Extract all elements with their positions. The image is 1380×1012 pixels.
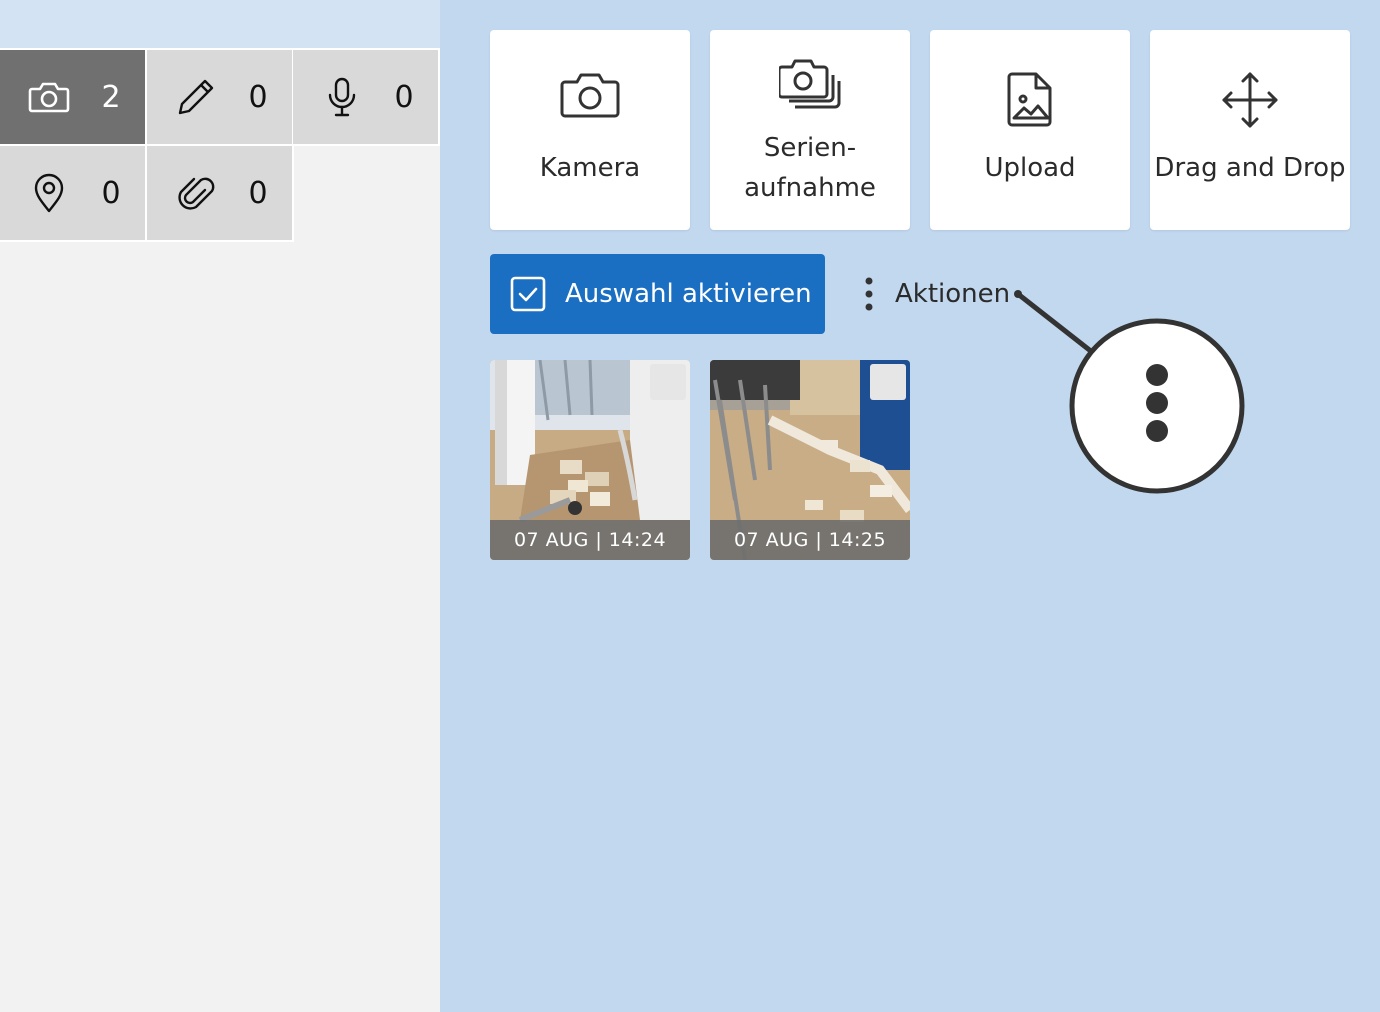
burst-camera-icon bbox=[710, 56, 910, 120]
actions-label: Aktionen bbox=[895, 279, 1011, 309]
upload-card-label: Upload bbox=[984, 153, 1076, 183]
drag-drop-card[interactable]: Drag and Drop bbox=[1150, 30, 1350, 230]
image-file-icon bbox=[930, 70, 1130, 134]
checkbox-icon bbox=[510, 276, 546, 312]
counter-value: 0 bbox=[101, 176, 121, 211]
photo-timestamp: 07 AUG | 14:24 bbox=[490, 520, 690, 560]
counter-audio[interactable]: 0 bbox=[293, 50, 440, 146]
counter-value: 0 bbox=[248, 80, 268, 115]
upload-card[interactable]: Upload bbox=[930, 30, 1130, 230]
counter-notes[interactable]: 0 bbox=[147, 50, 294, 146]
microphone-icon bbox=[321, 76, 363, 118]
move-arrows-icon bbox=[1150, 70, 1350, 134]
actions-menu-button[interactable]: Aktionen bbox=[855, 270, 1010, 318]
counter-locations[interactable]: 0 bbox=[0, 146, 147, 242]
photo-select-checkbox[interactable] bbox=[650, 364, 686, 400]
paperclip-icon bbox=[175, 172, 217, 214]
activate-selection-label: Auswahl aktivieren bbox=[565, 279, 812, 309]
camera-card[interactable]: Kamera bbox=[490, 30, 690, 230]
camera-icon bbox=[28, 76, 70, 118]
photo-thumbnail[interactable]: 07 AUG | 14:24 bbox=[490, 360, 690, 560]
photo-timestamp: 07 AUG | 14:25 bbox=[710, 520, 910, 560]
photo-thumbnail[interactable]: 07 AUG | 14:25 bbox=[710, 360, 910, 560]
counter-value: 0 bbox=[394, 80, 414, 115]
drag-drop-card-label: Drag and Drop bbox=[1154, 153, 1346, 183]
location-pin-icon bbox=[28, 172, 70, 214]
counter-attachments[interactable]: 0 bbox=[147, 146, 294, 242]
counter-photos[interactable]: 2 bbox=[0, 50, 147, 146]
burst-mode-label-line2: aufnahme bbox=[744, 173, 876, 203]
kebab-zoom-callout bbox=[1010, 290, 1250, 500]
left-header-strip bbox=[0, 0, 440, 50]
burst-mode-card[interactable]: Serien- aufnahme bbox=[710, 30, 910, 230]
photo-select-checkbox[interactable] bbox=[870, 364, 906, 400]
counter-value: 2 bbox=[101, 80, 121, 115]
camera-icon bbox=[490, 70, 690, 134]
camera-card-label: Kamera bbox=[539, 153, 641, 183]
kebab-menu-icon bbox=[855, 274, 883, 314]
left-panel: 2 0 0 0 0 bbox=[0, 0, 440, 1012]
counter-value: 0 bbox=[248, 176, 268, 211]
activate-selection-button[interactable]: Auswahl aktivieren bbox=[490, 254, 825, 334]
pencil-icon bbox=[175, 76, 217, 118]
burst-mode-label-line1: Serien- bbox=[763, 133, 857, 163]
